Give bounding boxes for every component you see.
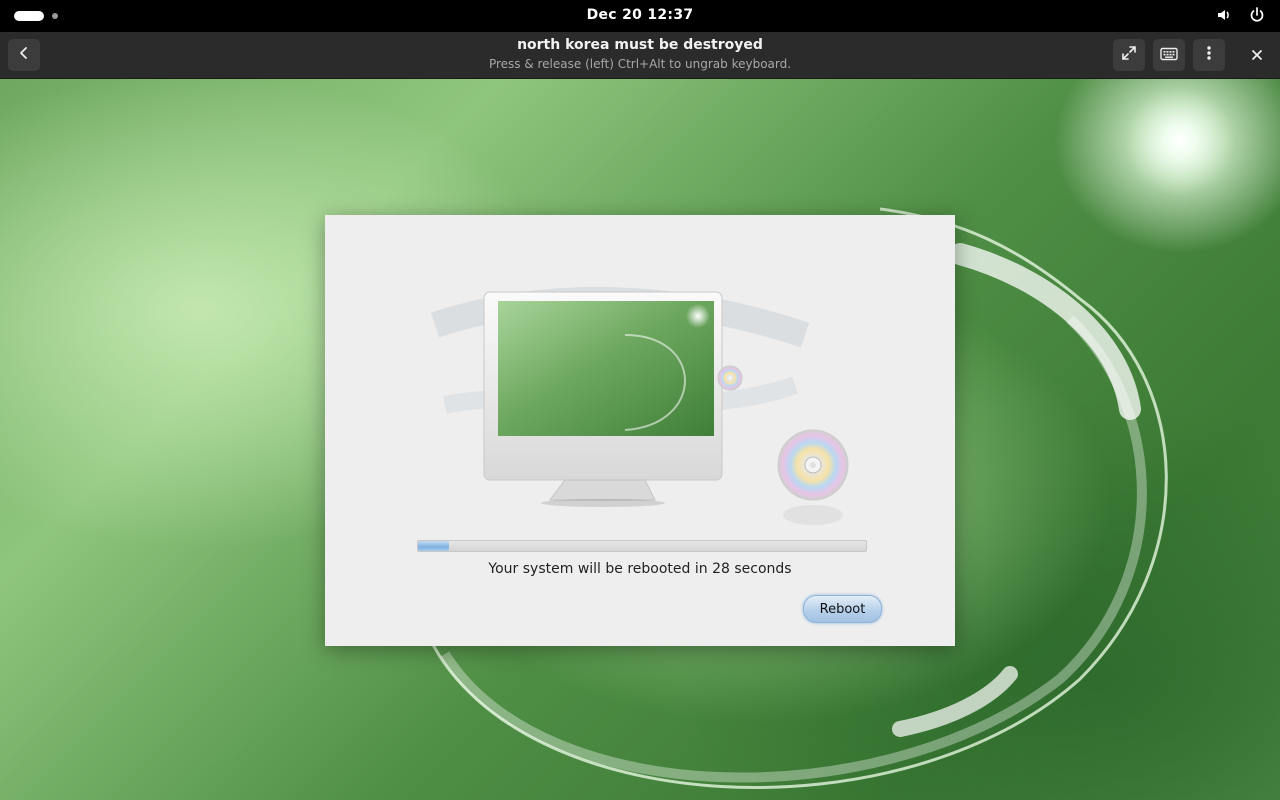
keyboard-icon — [1160, 46, 1178, 65]
vm-display[interactable]: Your system will be rebooted in 28 secon… — [0, 79, 1280, 800]
menu-button[interactable] — [1193, 39, 1225, 71]
volume-icon[interactable] — [1216, 6, 1234, 24]
keyboard-button[interactable] — [1153, 39, 1185, 71]
computer-illustration — [430, 287, 849, 525]
progress-fill — [418, 541, 450, 551]
menu-icon — [1206, 45, 1212, 65]
header-bar: north korea must be destroyed Press & re… — [0, 32, 1280, 79]
reboot-progress-bar — [417, 540, 867, 552]
system-status-area[interactable] — [1216, 6, 1266, 24]
close-icon — [1251, 46, 1263, 65]
reboot-countdown-text: Your system will be rebooted in 28 secon… — [488, 561, 792, 577]
window-title: north korea must be destroyed — [517, 37, 763, 53]
fullscreen-button[interactable] — [1113, 39, 1145, 71]
window-subtitle: Press & release (left) Ctrl+Alt to ungra… — [488, 57, 792, 71]
power-icon[interactable] — [1248, 6, 1266, 24]
reboot-dialog: Your system will be rebooted in 28 secon… — [325, 215, 955, 646]
fullscreen-icon — [1121, 45, 1137, 65]
clock[interactable]: Dec 20 12:37 — [0, 7, 1280, 23]
reboot-button[interactable]: Reboot — [803, 595, 882, 623]
top-bar: Dec 20 12:37 — [0, 0, 1280, 32]
close-button[interactable] — [1241, 39, 1273, 71]
